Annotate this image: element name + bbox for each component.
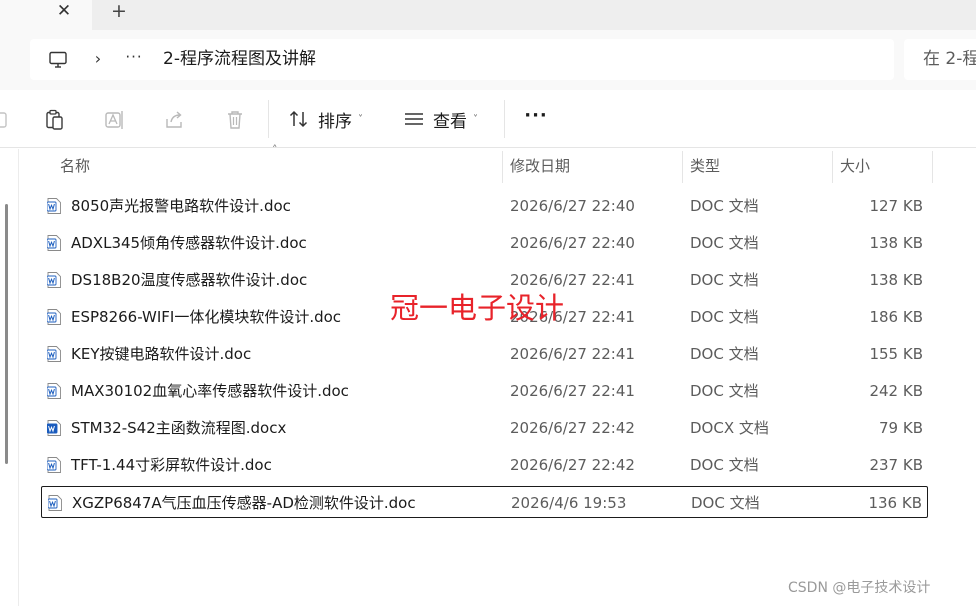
file-name: KEY按键电路软件设计.doc xyxy=(71,345,252,363)
file-modified-date: 2026/4/6 19:53 xyxy=(511,494,627,512)
chevron-down-icon: ˅ xyxy=(358,113,363,125)
word-doc-icon xyxy=(47,235,61,251)
file-row[interactable]: MAX30102血氧心率传感器软件设计.doc 2026/6/27 22:41 DO… xyxy=(41,375,928,407)
watermark: CSDN @电子技术设计 xyxy=(788,580,931,596)
chevron-right-icon[interactable]: › xyxy=(88,48,108,70)
file-name: XGZP6847A气压血压传感器-AD检测软件设计.doc xyxy=(72,494,416,512)
file-size: 138 KB xyxy=(869,271,923,289)
file-modified-date: 2026/6/27 22:40 xyxy=(510,197,635,215)
file-name: ESP8266-WIFI一体化模块软件设计.doc xyxy=(71,308,342,326)
file-size: 237 KB xyxy=(869,456,923,474)
column-header-size[interactable]: 大小 xyxy=(840,149,870,183)
delete-icon[interactable] xyxy=(224,109,246,131)
file-type: DOC 文档 xyxy=(690,308,759,326)
paste-icon[interactable] xyxy=(44,109,66,131)
file-size: 79 KB xyxy=(879,419,923,437)
file-modified-date: 2026/6/27 22:41 xyxy=(510,345,635,363)
file-type: DOCX 文档 xyxy=(690,419,769,437)
address-bar[interactable]: › ··· 2-程序流程图及讲解 xyxy=(30,39,894,80)
file-size: 242 KB xyxy=(869,382,923,400)
file-name: DS18B20温度传感器软件设计.doc xyxy=(71,271,308,289)
more-crumbs-icon[interactable]: ··· xyxy=(122,46,146,68)
file-name: STM32-S42主函数流程图.docx xyxy=(71,419,287,437)
file-name: 8050声光报警电路软件设计.doc xyxy=(71,197,291,215)
word-doc-icon xyxy=(47,457,61,473)
active-tab[interactable]: ✕ xyxy=(0,0,92,30)
word-doc-icon xyxy=(47,383,61,399)
navigation-pane-edge xyxy=(0,149,19,606)
chevron-down-icon: ˅ xyxy=(473,113,478,125)
sort-icon xyxy=(289,110,308,128)
column-divider[interactable] xyxy=(832,151,833,183)
file-type: DOC 文档 xyxy=(691,494,760,512)
file-row[interactable]: KEY按键电路软件设计.doc 2026/6/27 22:41 DOC 文档 155 … xyxy=(41,338,928,370)
file-row[interactable]: TFT-1.44寸彩屏软件设计.doc 2026/6/27 22:42 DOC 文档… xyxy=(41,449,928,481)
file-row[interactable]: 8050声光报警电路软件设计.doc 2026/6/27 22:40 DOC 文档 1… xyxy=(41,190,928,222)
column-divider[interactable] xyxy=(502,151,503,183)
share-icon[interactable] xyxy=(164,109,186,131)
file-type: DOC 文档 xyxy=(690,234,759,252)
file-type: DOC 文档 xyxy=(690,382,759,400)
file-type: DOC 文档 xyxy=(690,456,759,474)
column-header-name[interactable]: 名称 xyxy=(60,149,90,183)
word-doc-icon xyxy=(47,272,61,288)
file-name: TFT-1.44寸彩屏软件设计.doc xyxy=(71,456,272,474)
column-header-type[interactable]: 类型 xyxy=(690,149,720,183)
word-doc-icon xyxy=(48,495,62,511)
command-bar: 排序 ˅ 查看 ˅ ··· xyxy=(0,90,976,148)
search-placeholder: 在 2-程 xyxy=(923,49,976,69)
more-options-icon[interactable]: ··· xyxy=(523,106,549,130)
breadcrumb-current[interactable]: 2-程序流程图及讲解 xyxy=(163,48,316,70)
file-size: 155 KB xyxy=(869,345,923,363)
file-size: 127 KB xyxy=(869,197,923,215)
scrollbar-thumb[interactable] xyxy=(5,204,8,464)
toolbar-divider xyxy=(268,100,269,138)
column-header-date[interactable]: 修改日期 xyxy=(510,149,570,183)
file-row[interactable]: STM32-S42主函数流程图.docx 2026/6/27 22:42 DOCX … xyxy=(41,412,928,444)
file-modified-date: 2026/6/27 22:41 xyxy=(510,382,635,400)
rename-icon[interactable] xyxy=(104,109,126,131)
word-docx-icon xyxy=(47,420,61,436)
column-divider[interactable] xyxy=(682,151,683,183)
toolbar-divider xyxy=(504,100,505,138)
view-button[interactable]: 查看 ˅ xyxy=(403,104,478,134)
word-doc-icon xyxy=(47,198,61,214)
file-name: ADXL345倾角传感器软件设计.doc xyxy=(71,234,307,252)
file-modified-date: 2026/6/27 22:42 xyxy=(510,456,635,474)
address-row: › ··· 2-程序流程图及讲解 在 2-程 xyxy=(0,30,976,90)
sort-ascending-icon: ˄ xyxy=(272,143,278,156)
file-size: 136 KB xyxy=(868,494,922,512)
view-label: 查看 xyxy=(433,111,467,132)
close-icon[interactable]: ✕ xyxy=(53,0,75,22)
file-modified-date: 2026/6/27 22:40 xyxy=(510,234,635,252)
file-list: ˄ 名称 修改日期 类型 大小 8050声光报警电路软件设计.doc 2026/6… xyxy=(20,143,976,606)
plus-icon[interactable]: + xyxy=(108,0,130,22)
sort-label: 排序 xyxy=(318,111,352,132)
computer-icon[interactable] xyxy=(48,50,68,70)
file-size: 138 KB xyxy=(869,234,923,252)
file-type: DOC 文档 xyxy=(690,345,759,363)
word-doc-icon xyxy=(47,309,61,325)
view-list-icon xyxy=(405,113,423,125)
search-input[interactable]: 在 2-程 xyxy=(904,39,976,80)
overlay-caption: 冠一电子设计 xyxy=(390,291,565,325)
file-type: DOC 文档 xyxy=(690,197,759,215)
file-type: DOC 文档 xyxy=(690,271,759,289)
file-modified-date: 2026/6/27 22:42 xyxy=(510,419,635,437)
file-row[interactable]: ADXL345倾角传感器软件设计.doc 2026/6/27 22:40 DOC 文… xyxy=(41,227,928,259)
column-divider[interactable] xyxy=(932,151,933,183)
file-size: 186 KB xyxy=(869,308,923,326)
file-name: MAX30102血氧心率传感器软件设计.doc xyxy=(71,382,349,400)
file-row[interactable]: XGZP6847A气压血压传感器-AD检测软件设计.doc 2026/4/6 19… xyxy=(41,486,928,518)
word-doc-icon xyxy=(47,346,61,362)
sort-button[interactable]: 排序 ˅ xyxy=(288,104,363,134)
tab-strip: ✕ + xyxy=(0,0,976,30)
cut-icon[interactable] xyxy=(0,109,10,131)
